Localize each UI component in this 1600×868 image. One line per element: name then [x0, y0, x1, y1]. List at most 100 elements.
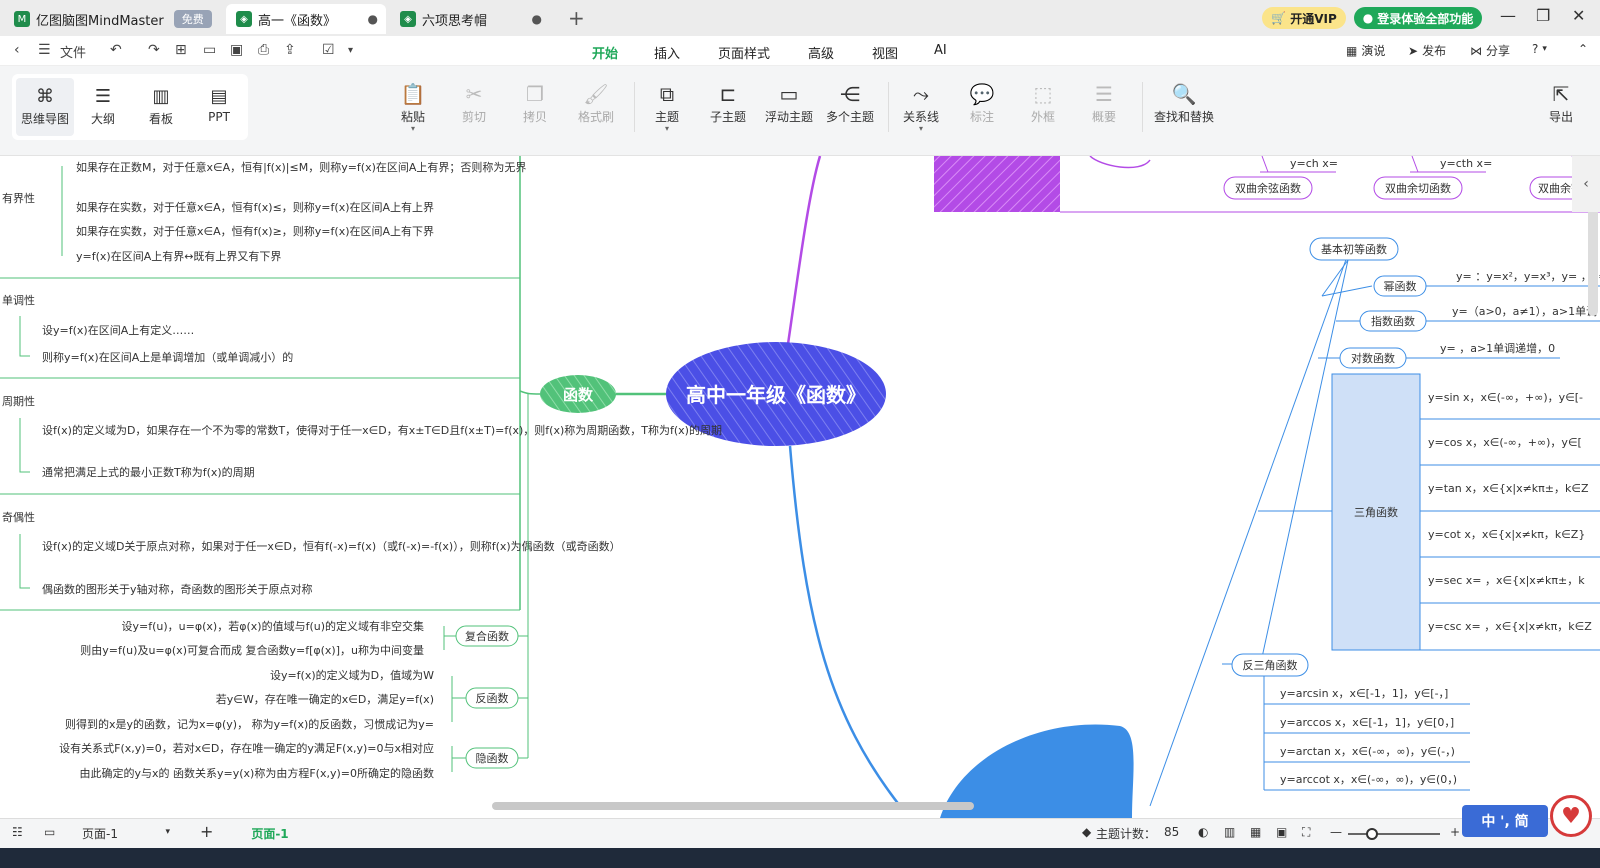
trig-items: y=sin x，x∈(-∞，+∞)，y∈[- y=cos x，x∈(-∞，+∞)…	[1420, 391, 1600, 651]
undo-icon[interactable]: ↶	[110, 42, 122, 58]
heart-mascot-icon[interactable]: ♥	[1550, 795, 1592, 837]
view-outline-button[interactable]: ☰ 大纲	[74, 78, 132, 136]
tab-advanced[interactable]: 高级	[808, 43, 834, 62]
tab-unsaved-dot-icon[interactable]: ●	[368, 12, 378, 26]
book-icon[interactable]: ▥	[1224, 825, 1235, 839]
view-mindmap-button[interactable]: ⌘ 思维导图	[16, 78, 74, 136]
callout-button[interactable]: 💬 标注	[951, 80, 1013, 125]
page-tab[interactable]: 页面-1	[236, 825, 304, 842]
help-button[interactable]: ? ▾	[1532, 42, 1547, 56]
relationship-button[interactable]: ⤳ 关系线 ▾	[890, 80, 952, 133]
zoom-slider-handle[interactable]	[1366, 828, 1378, 840]
mindmap-svg: y=ch x= y=cth x= 双曲余弦函数 双曲余切函数 双曲余割 基本初等…	[0, 156, 1600, 818]
fit-page-icon[interactable]: ▣	[1276, 825, 1287, 839]
multiple-topics-label: 多个主题	[825, 110, 874, 124]
vip-button[interactable]: 🛒 开通VIP	[1262, 7, 1346, 29]
save-icon[interactable]: ▣	[230, 42, 243, 58]
customize-dropdown-icon[interactable]: ▾	[348, 45, 353, 56]
boundary-button[interactable]: ⬚ 外框	[1012, 80, 1074, 125]
summary-label: 概要	[1091, 110, 1116, 124]
print-icon[interactable]: ⎙	[258, 42, 269, 58]
multiple-topics-button[interactable]: ⋲ 多个主题	[819, 80, 881, 125]
implicit-item: 由此确定的y与x的 函数关系y=y(x)称为由方程F(x,y)=0所确定的隐函数	[80, 766, 435, 780]
file-menu[interactable]: 文件	[60, 42, 86, 61]
trig-item: y=csc x= ，x∈{x|x≠kπ，k∈Z	[1428, 620, 1592, 633]
new-icon[interactable]: ⊞	[175, 42, 187, 58]
format-painter-button[interactable]: 🖌 格式刷	[565, 80, 627, 125]
minimize-button[interactable]: —	[1500, 6, 1516, 25]
trig-item: y=cot x，x∈{x|x≠kπ，k∈Z}	[1428, 528, 1585, 541]
cut-button[interactable]: ✂ 剪切	[443, 80, 505, 125]
paste-button[interactable]: 📋 粘贴 ▾	[382, 80, 444, 133]
login-label: 登录体验全部功能	[1377, 11, 1474, 26]
find-replace-icon: 🔍	[1171, 82, 1197, 106]
publish-icon: ➤	[1408, 43, 1419, 58]
floating-topic-button[interactable]: ▭ 浮动主题	[758, 80, 820, 125]
zoom-out-button[interactable]: —	[1330, 825, 1342, 839]
boundary-icon: ⬚	[1033, 82, 1053, 106]
zoom-in-button[interactable]: +	[1450, 825, 1460, 839]
close-window-button[interactable]: ✕	[1572, 6, 1585, 25]
inverse-trig-item: y=arccot x，x∈(-∞，∞)，y∈(0，)	[1280, 773, 1457, 786]
summary-button[interactable]: ☰ 概要	[1073, 80, 1135, 125]
inverse-function-label: 反函数	[476, 692, 509, 705]
checklist-icon[interactable]: ☑	[322, 42, 335, 58]
publish-label: 发布	[1422, 44, 1447, 58]
redo-icon[interactable]: ↷	[148, 42, 160, 58]
cut-label: 剪切	[461, 110, 486, 124]
ime-indicator[interactable]: 中 ', 简	[1462, 805, 1548, 837]
mindmap-file-icon: ◈	[236, 11, 252, 27]
inverse-trig-items: y=arcsin x，x∈[-1，1]，y∈[-，] y=arccos x，x∈…	[1264, 687, 1470, 791]
theme-icon[interactable]: ◐	[1198, 825, 1208, 839]
kanban-icon: ▥	[152, 86, 170, 107]
collapse-ribbon-icon[interactable]: ⌃	[1578, 42, 1588, 56]
subtopic-icon: ⊏	[719, 82, 737, 106]
presentation-icon[interactable]: ▦	[1250, 825, 1261, 839]
add-page-button[interactable]: +	[200, 822, 213, 841]
tab-view[interactable]: 视图	[872, 43, 898, 62]
export-quick-icon[interactable]: ⇪	[284, 42, 296, 58]
maximize-button[interactable]: ❐	[1536, 6, 1550, 25]
publish-button[interactable]: ➤ 发布	[1408, 42, 1446, 59]
copy-button[interactable]: ❐ 拷贝	[504, 80, 566, 125]
mindmap-canvas[interactable]: y=ch x= y=cth x= 双曲余弦函数 双曲余切函数 双曲余割 基本初等…	[0, 156, 1600, 818]
page-list-icon[interactable]: ☷	[12, 825, 23, 839]
export-button[interactable]: ⇱ 导出	[1530, 80, 1592, 125]
page-select[interactable]: 页面-1 ▾	[82, 825, 170, 842]
tab-unsaved-dot-icon[interactable]: ●	[532, 12, 542, 26]
tab-page-style[interactable]: 页面样式	[718, 43, 770, 62]
property-item: 则称y=f(x)在区间A上是单调增加（或单调减小）的	[42, 350, 293, 364]
implicit-function-label: 隐函数	[476, 752, 509, 765]
property-item: y=f(x)在区间A上有界↔既有上界又有下界	[76, 249, 281, 263]
page-select-value: 页面-1	[82, 827, 118, 841]
add-tab-button[interactable]: +	[568, 6, 585, 30]
presentation-button[interactable]: ▦ 演说	[1346, 42, 1385, 59]
topic-button[interactable]: ⧉ 主题 ▾	[636, 80, 698, 133]
horizontal-scrollbar[interactable]	[492, 802, 974, 810]
tab-document-function[interactable]: ◈ 高一《函数》 ●	[226, 4, 386, 34]
back-icon[interactable]: ‹	[14, 42, 20, 58]
mindmap-icon: ⌘	[36, 86, 54, 107]
chevron-down-icon: ▾	[165, 827, 170, 837]
tab-ai[interactable]: AI	[934, 43, 947, 58]
tab-document-six-hats[interactable]: ◈ 六项思考帽 ●	[390, 4, 550, 34]
fullscreen-icon[interactable]: ⛶	[1302, 825, 1310, 840]
tab-start[interactable]: 开始	[592, 43, 619, 68]
login-button[interactable]: ● 登录体验全部功能	[1354, 7, 1482, 29]
view-ppt-button[interactable]: ▤ PPT	[190, 78, 248, 136]
view-kanban-button[interactable]: ▥ 看板	[132, 78, 190, 136]
find-replace-button[interactable]: 🔍 查找和替换	[1144, 80, 1224, 125]
zoom-slider[interactable]	[1348, 833, 1440, 835]
cart-icon: 🛒	[1271, 11, 1287, 25]
page-view-icon[interactable]: ▭	[44, 825, 55, 839]
share-button[interactable]: ⋈ 分享	[1470, 42, 1510, 59]
subtopic-button[interactable]: ⊏ 子主题	[697, 80, 759, 125]
menu-icon[interactable]: ☰	[38, 42, 51, 58]
inverse-item: 则得到的x是y的函数，记为x=φ(y)， 称为y=f(x)的反函数，习惯成记为y…	[65, 717, 434, 731]
open-folder-icon[interactable]: ▭	[203, 42, 216, 58]
tab-home[interactable]: M 亿图脑图MindMaster 免费	[4, 4, 224, 34]
ribbon-divider	[1142, 82, 1143, 132]
inverse-item: 设y=f(x)的定义域为D，值域为W	[270, 668, 434, 682]
tab-insert[interactable]: 插入	[654, 43, 680, 62]
hyperbolic-label: 双曲余切函数	[1385, 181, 1451, 195]
